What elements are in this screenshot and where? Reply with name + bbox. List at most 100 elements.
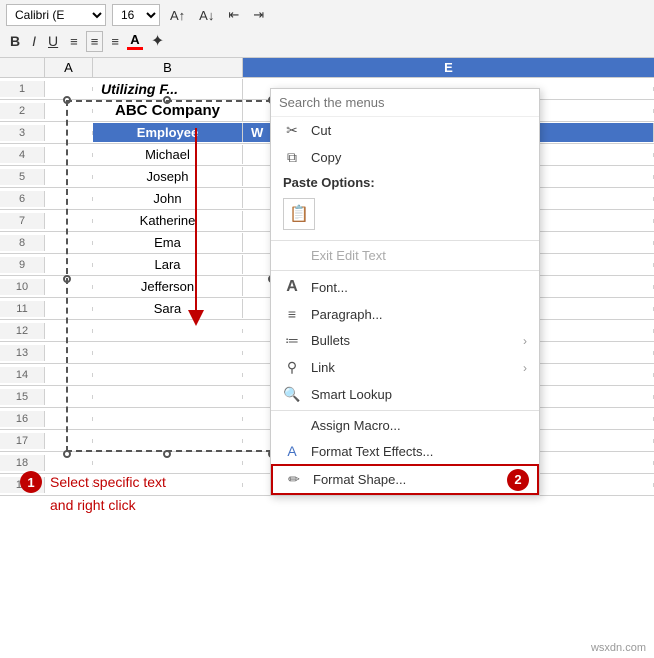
cell-b7[interactable]: Katherine — [93, 211, 243, 230]
cell-a5[interactable] — [45, 175, 93, 179]
cell-b5[interactable]: Joseph — [93, 167, 243, 186]
cell-b15[interactable] — [93, 395, 243, 399]
ctx-copy-label: Copy — [311, 150, 527, 165]
indent-increase-button[interactable]: ⇥ — [249, 5, 268, 25]
step2-circle: 2 — [507, 469, 529, 491]
align-right-button[interactable]: ≡ — [107, 32, 123, 51]
cell-a9[interactable] — [45, 263, 93, 267]
ctx-smart-lookup[interactable]: 🔍 Smart Lookup — [271, 381, 539, 408]
row-num-9: 9 — [0, 257, 45, 273]
row-num-4: 4 — [0, 147, 45, 163]
handle-tm[interactable] — [163, 96, 171, 104]
handle-bl[interactable] — [63, 450, 71, 458]
ctx-assign-macro-label: Assign Macro... — [311, 418, 527, 433]
cell-a2[interactable] — [45, 109, 93, 113]
ctx-exit-edit-label: Exit Edit Text — [311, 248, 527, 263]
ctx-paste-icon-row: 📋 — [271, 194, 539, 238]
ctx-paste-icon[interactable]: 📋 — [283, 198, 315, 230]
cell-b4[interactable]: Michael — [93, 145, 243, 164]
ctx-exit-edit: Exit Edit Text — [271, 243, 539, 268]
underline-button[interactable]: U — [44, 31, 62, 51]
ctx-link-label: Link — [311, 360, 513, 375]
cell-a8[interactable] — [45, 241, 93, 245]
indent-decrease-button[interactable]: ⇤ — [224, 5, 243, 25]
font-size-select[interactable]: 16 — [112, 4, 160, 26]
bullets-icon: ≔ — [283, 332, 301, 349]
red-arrow — [186, 118, 206, 338]
column-headers: A B E — [0, 58, 654, 78]
cell-a12[interactable] — [45, 329, 93, 333]
ctx-assign-macro[interactable]: Assign Macro... — [271, 413, 539, 438]
font-name-select[interactable]: Calibri (E — [6, 4, 106, 26]
cell-a17[interactable] — [45, 439, 93, 443]
annotation-step1: 1 Select specific text and right click — [20, 471, 166, 513]
ctx-cut-label: Cut — [311, 123, 527, 138]
row-num-5: 5 — [0, 169, 45, 185]
bold-button[interactable]: B — [6, 31, 24, 51]
format-shape-icon: ✏ — [285, 471, 303, 488]
link-icon: ⚲ — [283, 359, 301, 376]
ctx-format-shape-label: Format Shape... — [313, 472, 501, 487]
ctx-format-text-effects[interactable]: A Format Text Effects... — [271, 438, 539, 464]
cell-b13[interactable] — [93, 351, 243, 355]
cell-a16[interactable] — [45, 417, 93, 421]
format-text-effects-icon: A — [283, 443, 301, 459]
ctx-format-shape[interactable]: ✏ Format Shape... 2 — [271, 464, 539, 495]
cell-a1[interactable] — [45, 87, 93, 91]
font-icon: A — [283, 278, 301, 296]
cell-a10[interactable] — [45, 285, 93, 289]
cell-a13[interactable] — [45, 351, 93, 355]
cell-a4[interactable] — [45, 153, 93, 157]
cell-b16[interactable] — [93, 417, 243, 421]
cell-a3[interactable] — [45, 131, 93, 135]
ctx-smart-lookup-label: Smart Lookup — [311, 387, 527, 402]
highlight-button[interactable]: ✦ — [147, 29, 168, 53]
cell-b12[interactable] — [93, 329, 243, 333]
ctx-link[interactable]: ⚲ Link › — [271, 354, 539, 381]
cell-a18[interactable] — [45, 461, 93, 465]
row-num-13: 13 — [0, 345, 45, 361]
ctx-search-input[interactable] — [279, 95, 531, 110]
row-num-17: 17 — [0, 433, 45, 449]
cell-b9[interactable]: Lara — [93, 255, 243, 274]
ctx-paste-options-label: Paste Options: — [271, 171, 539, 194]
cell-b8[interactable]: Ema — [93, 233, 243, 252]
bullets-arrow-icon: › — [523, 334, 527, 348]
row-num-6: 6 — [0, 191, 45, 207]
ribbon-row1: Calibri (E 16 A↑ A↓ ⇤ ⇥ — [6, 4, 648, 26]
cell-b14[interactable] — [93, 373, 243, 377]
align-center-button[interactable]: ≡ — [86, 31, 104, 52]
ctx-divider-2 — [271, 270, 539, 271]
cell-a11[interactable] — [45, 307, 93, 311]
align-left-button[interactable]: ≡ — [66, 32, 82, 51]
cell-b17[interactable] — [93, 439, 243, 443]
cell-b10[interactable]: Jefferson — [93, 277, 243, 296]
cell-a15[interactable] — [45, 395, 93, 399]
smart-lookup-icon: 🔍 — [283, 386, 301, 403]
cell-a14[interactable] — [45, 373, 93, 377]
ctx-bullets-label: Bullets — [311, 333, 513, 348]
handle-ml[interactable] — [63, 275, 71, 283]
cell-a7[interactable] — [45, 219, 93, 223]
row-num-14: 14 — [0, 367, 45, 383]
ctx-cut[interactable]: ✂ Cut — [271, 117, 539, 144]
cell-b6[interactable]: John — [93, 189, 243, 208]
ctx-font[interactable]: A Font... — [271, 273, 539, 301]
row-num-12: 12 — [0, 323, 45, 339]
cell-b18[interactable] — [93, 461, 243, 465]
ctx-paragraph[interactable]: ≡ Paragraph... — [271, 301, 539, 327]
handle-tl[interactable] — [63, 96, 71, 104]
ctx-bullets[interactable]: ≔ Bullets › — [271, 327, 539, 354]
shrink-font-button[interactable]: A↓ — [195, 6, 218, 25]
cell-b3-employee[interactable]: Employee — [93, 123, 243, 142]
handle-bm[interactable] — [163, 450, 171, 458]
font-color-button[interactable]: A — [127, 33, 143, 50]
ctx-copy[interactable]: ⧉ Copy — [271, 144, 539, 171]
cell-b11[interactable]: Sara — [93, 299, 243, 318]
cell-a6[interactable] — [45, 197, 93, 201]
link-arrow-icon: › — [523, 361, 527, 375]
row-num-18: 18 — [0, 455, 45, 471]
italic-button[interactable]: I — [28, 31, 40, 51]
step1-text: Select specific text — [50, 474, 166, 490]
grow-font-button[interactable]: A↑ — [166, 6, 189, 25]
